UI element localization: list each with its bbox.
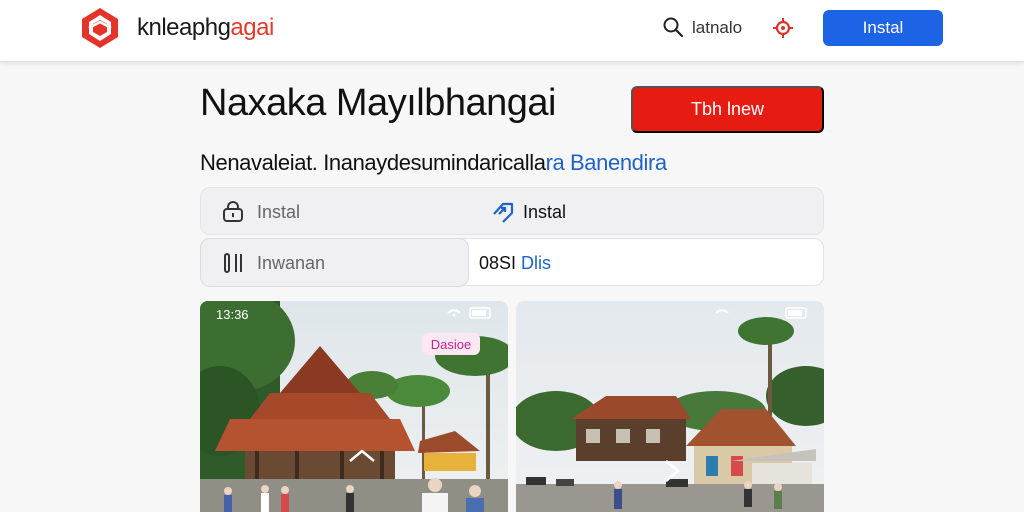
info-row-left-cell: Inwanan <box>200 238 469 287</box>
page-title: Naxaka Mayılbhangai <box>200 82 556 124</box>
gear-icon[interactable] <box>772 17 794 39</box>
info-row-label: Instal <box>257 202 301 222</box>
lock-icon <box>223 201 243 222</box>
info-row-prefix: 08SI <box>479 253 517 273</box>
get-now-button[interactable]: Tbh lnew <box>631 86 824 133</box>
info-row: Instal Instal <box>200 187 824 235</box>
info-row-label: Inwanan <box>257 253 326 273</box>
search-label[interactable]: latnalo <box>692 18 742 38</box>
subtitle-link[interactable]: ra Banendira <box>546 150 668 175</box>
app-screenshot[interactable] <box>516 301 824 512</box>
logo-icon[interactable] <box>78 6 122 50</box>
status-time: 13:36 <box>216 307 249 322</box>
search-icon[interactable] <box>662 16 684 38</box>
app-screenshot[interactable]: 13:36 Dasioe <box>200 301 508 512</box>
share-icon[interactable] <box>491 200 515 224</box>
info-row: Inwanan 08SI Dlis <box>200 238 824 287</box>
screenshot-tag: Dasioe <box>422 333 480 355</box>
brand-name[interactable]: knleaphgagai <box>137 14 274 42</box>
storage-icon <box>224 253 242 273</box>
top-navigation-bar: knleaphgagai latnalo Instal <box>0 0 1024 62</box>
install-button[interactable]: Instal <box>823 10 943 46</box>
info-row-value[interactable]: Instal <box>523 202 566 223</box>
subtitle: Nenavaleiat. Inanaydesumindaricallara Ba… <box>200 150 668 175</box>
info-row-link[interactable]: Dlis <box>521 253 551 274</box>
village-houses-photo <box>516 301 824 512</box>
